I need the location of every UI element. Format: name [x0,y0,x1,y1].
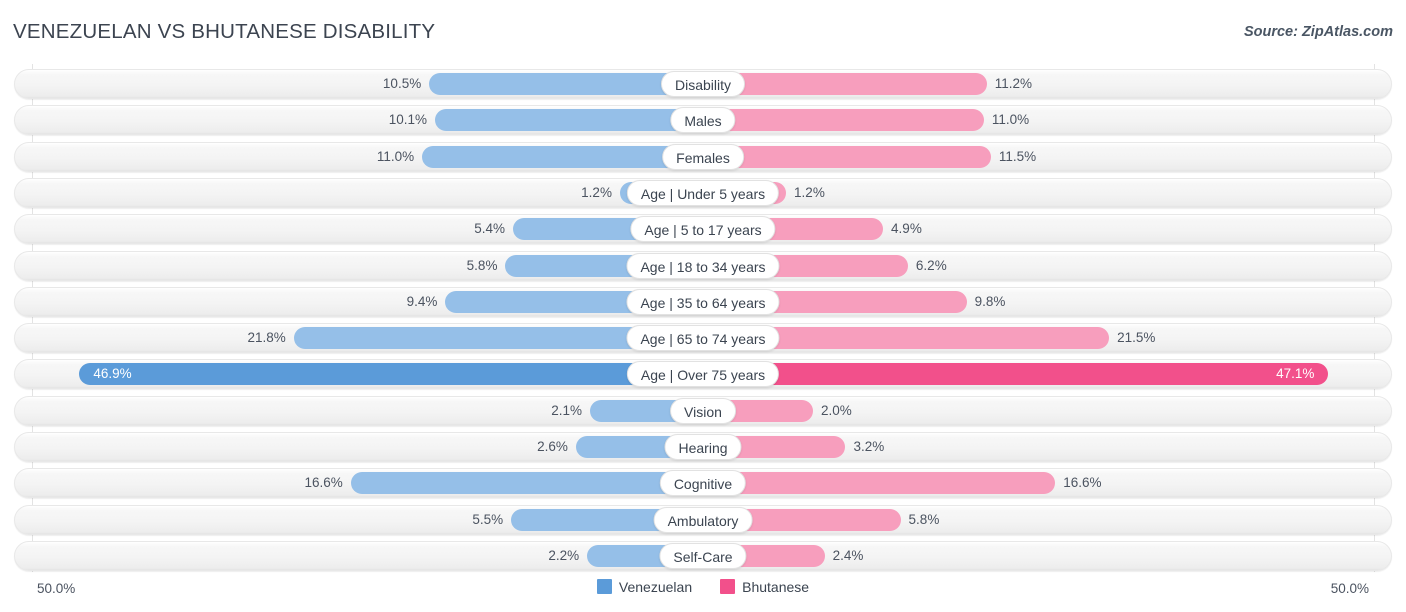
bar-bhutanese[interactable] [703,472,1056,495]
legend-item[interactable]: Bhutanese [720,579,809,597]
chart-row: 16.6% 16.6% Cognitive [14,468,1392,499]
value-label-bhutanese: 47.1% [1276,366,1315,382]
chart-row: 5.8% 6.2% Age | 18 to 34 years [14,250,1392,281]
chart-row: 2.2% 2.4% Self-Care [14,540,1392,571]
value-label-venezuelan: 2.1% [551,402,583,418]
chart-row: 5.5% 5.8% Ambulatory [14,504,1392,535]
chart-row: 21.8% 21.5% Age | 65 to 74 years [14,323,1392,354]
bar-bhutanese[interactable] [703,109,984,132]
value-label-bhutanese: 5.8% [908,511,940,527]
value-label-venezuelan: 5.8% [466,257,498,273]
legend-swatch-icon [596,579,612,594]
value-label-venezuelan: 2.6% [537,439,568,454]
value-label-bhutanese: 21.5% [1117,330,1156,346]
category-label: Age | 18 to 34 years [626,252,780,279]
bar-bhutanese[interactable] [703,363,1329,386]
category-label: Disability [660,71,746,97]
value-label-venezuelan: 5.5% [472,511,504,527]
category-label: Age | 35 to 64 years [626,288,780,315]
value-label-venezuelan: 5.4% [474,221,506,237]
chart-row: 11.0% 11.5% Females [14,141,1392,172]
bar-bhutanese[interactable] [703,145,991,168]
bar-venezuelan[interactable] [350,472,703,495]
category-label: Age | 5 to 17 years [630,216,776,243]
value-label-bhutanese: 11.5% [998,148,1037,164]
category-label: Vision [670,397,736,424]
category-label: Females [662,143,744,170]
value-label-bhutanese: 1.2% [794,184,825,200]
chart-row: 9.4% 9.8% Age | 35 to 64 years [14,286,1392,317]
bar-venezuelan[interactable] [434,109,703,132]
value-label-venezuelan: 1.2% [581,184,612,200]
chart-row: 10.5% 11.2% Disability [14,69,1392,99]
legend-label: Bhutanese [742,579,810,595]
category-label: Cognitive [659,470,747,497]
value-label-bhutanese: 2.4% [832,547,864,563]
chart-row: 10.1% 11.0% Males [14,105,1392,136]
value-label-venezuelan: 10.5% [382,76,422,91]
value-label-bhutanese: 2.0% [820,402,852,418]
value-label-venezuelan: 16.6% [304,475,343,491]
category-label: Age | 65 to 74 years [626,325,780,352]
value-label-bhutanese: 9.8% [974,293,1006,309]
value-label-venezuelan: 9.4% [406,293,438,309]
chart-plot-area: 10.5% 11.2% Disability 10.1% 11.0% Males 11.0%… [0,62,1406,574]
value-label-bhutanese: 4.9% [891,221,922,237]
source-attribution: Source: ZipAtlas.com [1243,24,1393,40]
category-label: Self-Care [659,542,747,569]
value-label-bhutanese: 6.2% [915,257,947,273]
chart-legend: Venezuelan Bhutanese [0,579,1406,597]
legend-label: Venezuelan [618,579,693,595]
bar-venezuelan[interactable] [79,363,703,386]
chart-footer: 50.0% 50.0% Venezuelan Bhutanese [0,574,1406,612]
value-label-bhutanese: 16.6% [1063,475,1102,491]
bar-venezuelan[interactable] [422,145,703,168]
value-label-venezuelan: 10.1% [388,112,427,128]
value-label-venezuelan: 11.0% [376,148,415,164]
page-title: VENEZUELAN VS BHUTANESE DISABILITY [13,20,436,43]
category-label: Age | Over 75 years [626,361,780,388]
category-label: Age | Under 5 years [626,179,780,206]
category-label: Hearing [664,434,742,460]
value-label-venezuelan: 2.2% [548,547,580,563]
category-label: Males [670,107,736,134]
bar-bhutanese[interactable] [703,73,987,95]
category-label: Ambulatory [653,506,753,533]
chart-row: 2.1% 2.0% Vision [14,395,1392,426]
legend-item[interactable]: Venezuelan [596,579,693,597]
value-label-bhutanese: 11.2% [994,76,1032,91]
chart-row: 5.4% 4.9% Age | 5 to 17 years [14,214,1392,245]
value-label-venezuelan: 46.9% [93,366,132,382]
legend-swatch-icon [720,579,736,594]
chart-row: 46.9% 47.1% Age | Over 75 years [14,359,1392,390]
chart-row: 1.2% 1.2% Age | Under 5 years [14,177,1392,208]
value-label-venezuelan: 21.8% [247,330,286,346]
chart-row: 2.6% 3.2% Hearing [14,432,1392,462]
value-label-bhutanese: 11.0% [991,112,1030,128]
value-label-bhutanese: 3.2% [853,439,885,454]
chart-header: VENEZUELAN VS BHUTANESE DISABILITY Sourc… [0,0,1406,62]
